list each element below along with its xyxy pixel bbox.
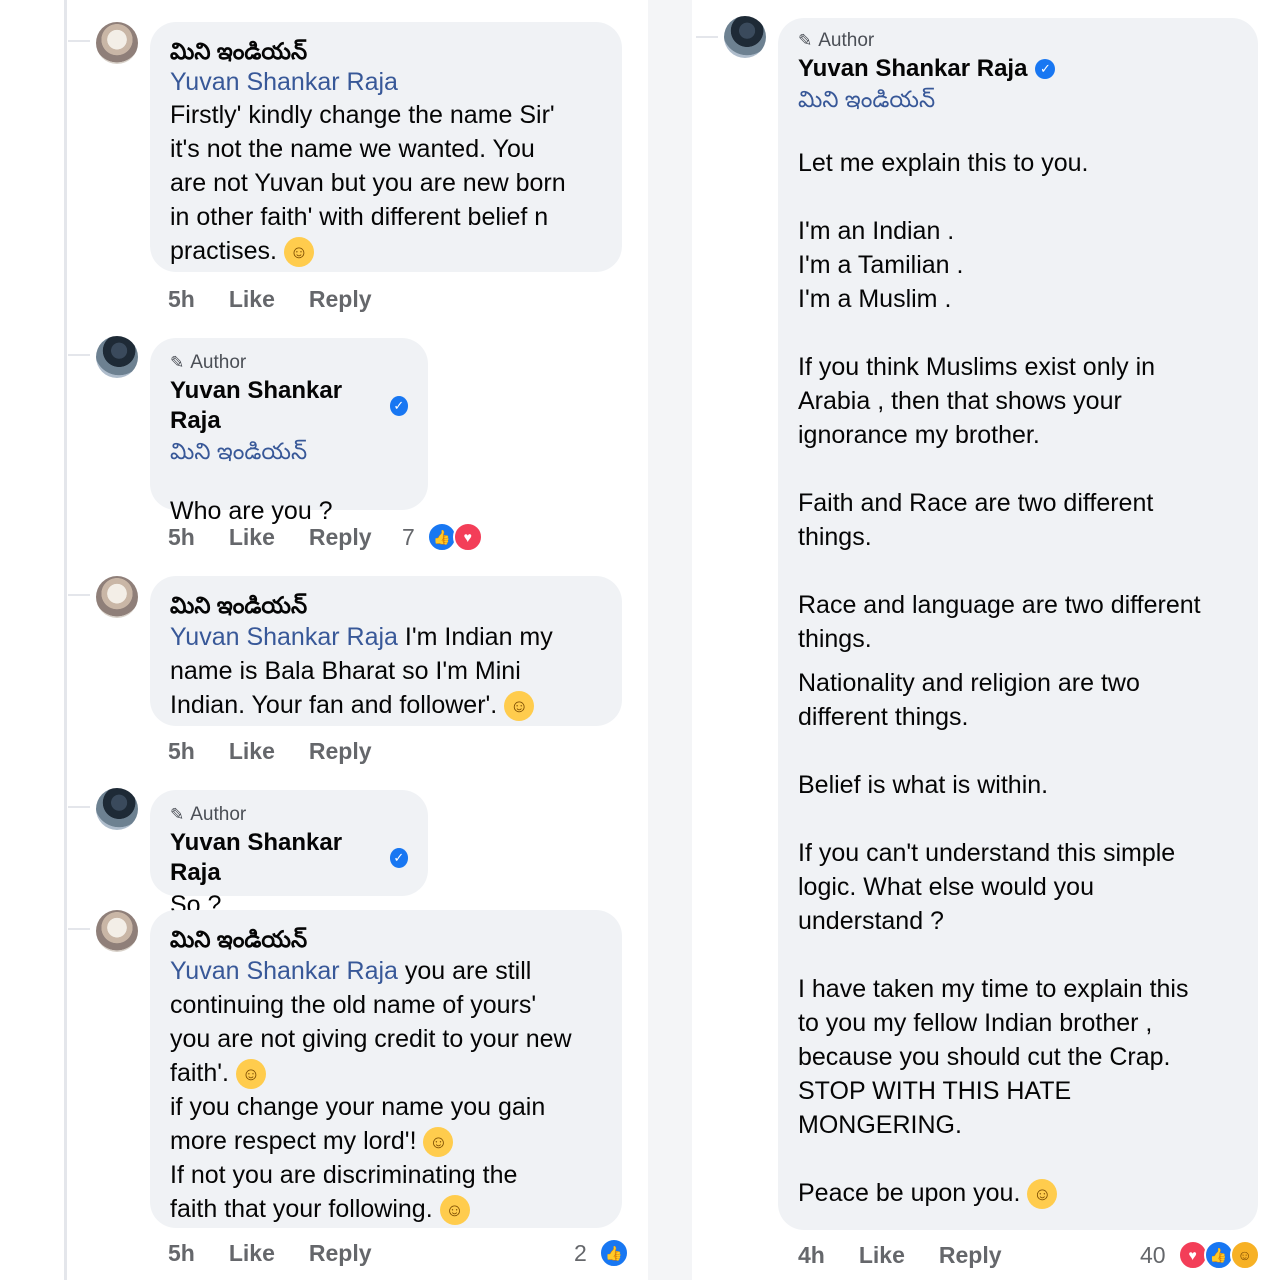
verified-badge-icon: ✓	[389, 848, 408, 868]
comment-author[interactable]: Yuvan Shankar Raja ✓	[798, 54, 1238, 84]
comment-text: Firstly' kindly change the name Sir' it'…	[170, 98, 602, 268]
verified-badge-icon: ✓	[389, 396, 408, 416]
reaction-summary[interactable]: 7 👍 ♥	[402, 522, 483, 552]
pencil-icon: ✎	[170, 805, 185, 824]
panel-divider	[648, 0, 692, 1280]
mention-link[interactable]: Yuvan Shankar Raja	[170, 623, 398, 651]
reply-button[interactable]: Reply	[939, 1242, 1002, 1269]
paragraph: If you can't understand this simple logi…	[798, 839, 1176, 935]
timestamp[interactable]: 5h	[168, 524, 195, 551]
mention-link[interactable]: Yuvan Shankar Raja	[170, 957, 398, 985]
comment-bubble: మిని ఇండియన్ Yuvan Shankar Raja Firstly'…	[150, 22, 622, 272]
comment-text: Who are you ?	[170, 497, 333, 525]
paragraph: Let me explain this to you.	[798, 149, 1089, 177]
reply-button[interactable]: Reply	[309, 524, 372, 551]
thread-connector	[68, 594, 90, 596]
reply-button[interactable]: Reply	[309, 286, 372, 313]
comment-actions: 5h Like Reply	[168, 738, 372, 765]
comment-author[interactable]: Yuvan Shankar Raja ✓	[170, 376, 408, 436]
love-reaction-icon: ♥	[452, 522, 483, 552]
comment-bubble: ✎ Author Yuvan Shankar Raja ✓ So ?	[150, 790, 428, 919]
comment-bubble: ✎ Author Yuvan Shankar Raja ✓ మిని ఇండియన్…	[150, 338, 428, 525]
reaction-count: 2	[574, 1239, 587, 1266]
author-tag: ✎ Author	[170, 352, 247, 373]
thread-connector	[68, 928, 90, 930]
like-button[interactable]: Like	[229, 1240, 275, 1267]
paragraph: Race and language are two different thin…	[798, 591, 1201, 653]
paragraph: Faith and Race are two different things.	[798, 489, 1154, 551]
comment-text: Yuvan Shankar Raja you are still continu…	[170, 954, 602, 1226]
right-comment: ✎ Author Yuvan Shankar Raja ✓ మిని ఇండియన్…	[692, 0, 1280, 1280]
like-button[interactable]: Like	[229, 738, 275, 765]
paragraph: Nationality and religion are two differe…	[798, 669, 1140, 731]
comment-text: Yuvan Shankar Raja I'm Indian my name is…	[170, 620, 602, 722]
grin-emoji-icon: ☺	[504, 691, 535, 722]
mention-link[interactable]: Yuvan Shankar Raja	[170, 66, 602, 98]
comment-bubble: ✎ Author Yuvan Shankar Raja ✓ మిని ఇండియన్…	[778, 18, 1258, 1230]
like-button[interactable]: Like	[229, 286, 275, 313]
like-button[interactable]: Like	[229, 524, 275, 551]
comment-actions: 5h Like Reply	[168, 524, 372, 551]
author-tag: ✎ Author	[170, 804, 247, 825]
paragraph: If you think Muslims exist only in Arabi…	[798, 353, 1156, 449]
left-comment-thread: మిని ఇండియన్ Yuvan Shankar Raja Firstly'…	[0, 0, 640, 1280]
comment-actions: 5h Like Reply	[168, 286, 372, 313]
paragraph: I'm an Indian . I'm a Tamilian . I'm a M…	[798, 217, 964, 313]
comment-actions: 4h Like Reply	[798, 1242, 1002, 1269]
comment-author[interactable]: మిని ఇండియన్	[170, 36, 602, 66]
mention-link[interactable]: మిని ఇండియన్	[798, 84, 1238, 114]
reaction-summary[interactable]: 40 ♥ 👍 ☺	[1140, 1240, 1260, 1270]
reply-button[interactable]: Reply	[309, 1240, 372, 1267]
avatar[interactable]	[96, 788, 138, 830]
thread-connector	[696, 36, 718, 38]
thread-connector	[68, 354, 90, 356]
reaction-summary[interactable]: 2 👍	[574, 1238, 629, 1268]
mention-link[interactable]: మిని ఇండియన్	[170, 436, 408, 466]
comment-actions: 5h Like Reply	[168, 1240, 372, 1267]
comment-author[interactable]: మిని ఇండియన్	[170, 924, 602, 954]
like-button[interactable]: Like	[859, 1242, 905, 1269]
thread-connector	[68, 40, 90, 42]
avatar[interactable]	[96, 576, 138, 618]
thread-line	[64, 0, 67, 1280]
avatar[interactable]	[96, 22, 138, 64]
paragraph: Peace be upon you. ☺	[798, 1176, 1238, 1210]
author-tag: ✎ Author	[798, 30, 875, 51]
reaction-count: 40	[1140, 1241, 1166, 1268]
paragraph: I have taken my time to explain this to …	[798, 975, 1189, 1139]
glasses-emoji-icon: ☺	[423, 1127, 454, 1158]
timestamp[interactable]: 5h	[168, 1240, 195, 1267]
timestamp[interactable]: 4h	[798, 1242, 825, 1269]
comment-author[interactable]: Yuvan Shankar Raja ✓	[170, 828, 408, 888]
comment-author[interactable]: మిని ఇండియన్	[170, 590, 602, 620]
paragraph: Belief is what is within.	[798, 771, 1049, 799]
smile-emoji-icon: ☺	[235, 1059, 266, 1090]
thread-connector	[68, 806, 90, 808]
avatar[interactable]	[724, 16, 766, 58]
like-reaction-icon: 👍	[598, 1238, 629, 1268]
avatar[interactable]	[96, 336, 138, 378]
verified-badge-icon: ✓	[1035, 59, 1056, 79]
reply-button[interactable]: Reply	[309, 738, 372, 765]
smile-emoji-icon: ☺	[1027, 1179, 1058, 1210]
timestamp[interactable]: 5h	[168, 286, 195, 313]
avatar[interactable]	[96, 910, 138, 952]
reaction-count: 7	[402, 523, 415, 550]
pencil-icon: ✎	[798, 31, 813, 50]
comment-bubble: మిని ఇండియన్ Yuvan Shankar Raja you are …	[150, 910, 622, 1228]
hug-emoji-icon: ☺	[283, 237, 314, 268]
pencil-icon: ✎	[170, 353, 185, 372]
pout-emoji-icon: ☺	[439, 1195, 470, 1226]
comment-bubble: మిని ఇండియన్ Yuvan Shankar Raja I'm Indi…	[150, 576, 622, 726]
care-reaction-icon: ☺	[1229, 1240, 1260, 1270]
timestamp[interactable]: 5h	[168, 738, 195, 765]
